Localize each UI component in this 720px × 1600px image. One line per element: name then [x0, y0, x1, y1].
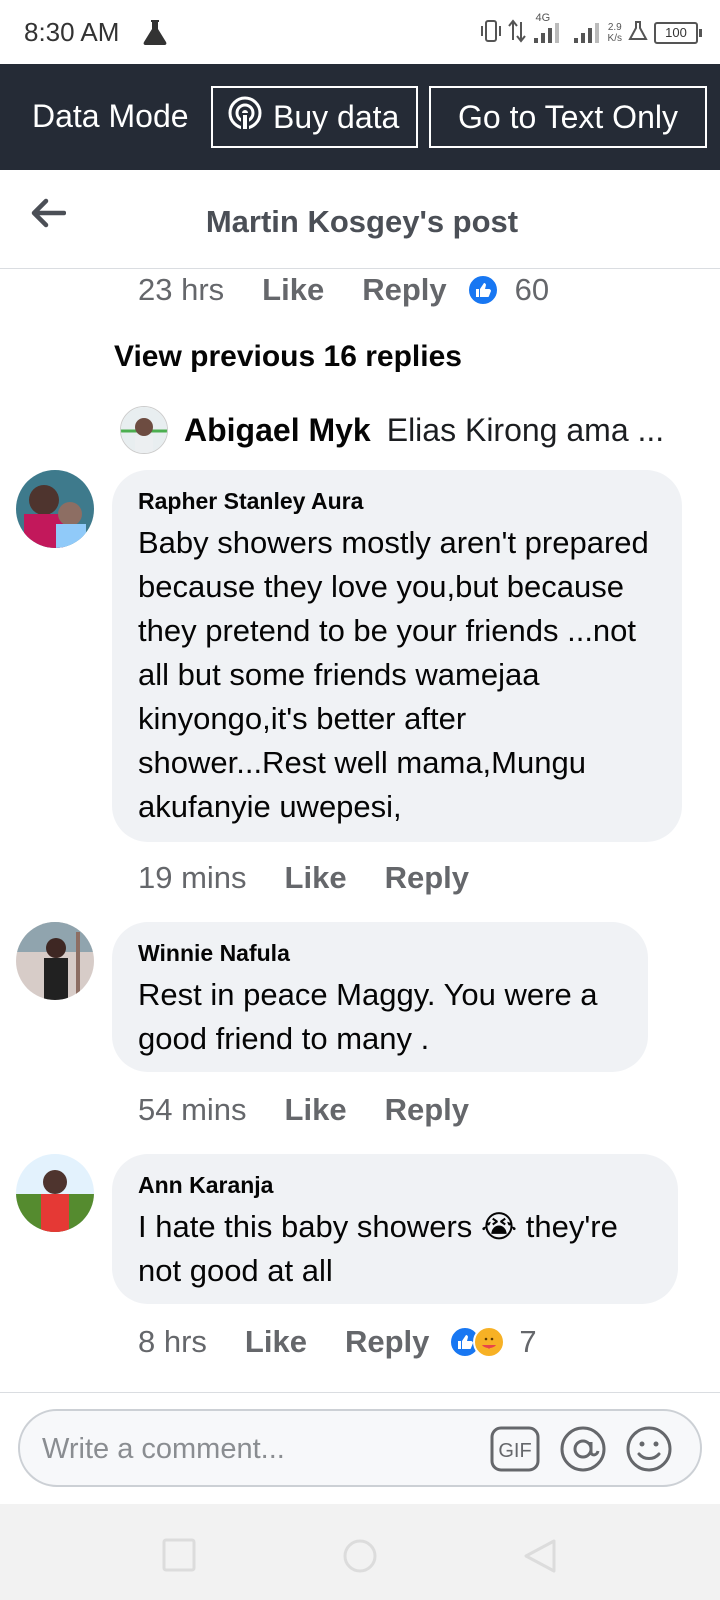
reply-link[interactable]: Reply: [362, 272, 446, 308]
comment-time: 23 hrs: [138, 272, 225, 307]
reply-link[interactable]: Reply: [385, 860, 469, 896]
data-arrows-icon: [507, 18, 526, 49]
network-speed: 2.9 K/s: [607, 22, 622, 44]
reply-link[interactable]: Reply: [345, 1324, 429, 1360]
like-link[interactable]: Like: [262, 272, 324, 308]
avatar[interactable]: [120, 406, 168, 454]
view-previous-replies-link[interactable]: View previous 16 replies: [114, 340, 462, 374]
comment-bubble: Ann Karanja I hate this baby showers 😭 t…: [112, 1154, 678, 1304]
comment-time: 54 mins: [138, 1092, 247, 1127]
comment-text: Baby showers mostly aren't prepared beca…: [138, 525, 649, 824]
data-mode-label: Data Mode: [32, 98, 189, 134]
broadcast-icon: [227, 95, 263, 139]
comment-author[interactable]: Rapher Stanley Aura: [138, 488, 656, 515]
signal-icon: [572, 18, 602, 49]
status-bar: 8:30 AM 4G 2.9 K/s 100: [0, 0, 720, 64]
mention-icon[interactable]: [558, 1425, 608, 1478]
comment-text: Rest in peace Maggy. You were a good fri…: [138, 977, 598, 1056]
comment-bubble: Rapher Stanley Aura Baby showers mostly …: [112, 470, 682, 842]
comment-meta: 19 mins Like Reply: [138, 860, 469, 896]
reaction-count[interactable]: 60: [515, 272, 549, 308]
comment-time: 19 mins: [138, 860, 247, 895]
comment-meta: 23 hrs Like Reply 60: [138, 272, 549, 308]
home-icon[interactable]: [342, 1538, 378, 1579]
comment-input[interactable]: Write a comment... GIF: [18, 1409, 702, 1487]
vibrate-icon: [480, 18, 502, 49]
comment-input-placeholder: Write a comment...: [42, 1433, 285, 1465]
status-icons: 4G 2.9 K/s 100: [480, 12, 702, 50]
reply-snippet: Elias Kirong ama ...: [386, 411, 665, 448]
post-header: Martin Kosgey's post: [0, 170, 720, 269]
recents-icon[interactable]: [162, 1538, 196, 1577]
avatar[interactable]: [16, 470, 94, 548]
comment-bubble: Winnie Nafula Rest in peace Maggy. You w…: [112, 922, 648, 1072]
reply-preview[interactable]: Abigael Myk Elias Kirong ama ...: [120, 406, 664, 454]
signal-4g-icon: 4G: [532, 12, 566, 49]
reply-author[interactable]: Abigael Myk: [184, 412, 371, 449]
comment-text: I hate this baby showers 😭 they're not g…: [138, 1209, 618, 1288]
page-title: Martin Kosgey's post: [205, 204, 519, 239]
avatar[interactable]: [16, 1154, 94, 1232]
like-link[interactable]: Like: [245, 1324, 307, 1360]
emoji-icon[interactable]: [624, 1425, 674, 1478]
reaction-count[interactable]: 7: [519, 1324, 536, 1360]
comment-author[interactable]: Winnie Nafula: [138, 940, 622, 967]
care-reaction-icon[interactable]: [473, 1326, 506, 1358]
comment-time: 8 hrs: [138, 1324, 207, 1359]
like-reaction-icon[interactable]: [466, 274, 499, 306]
lab-icon: [628, 20, 648, 47]
text-only-label: Go to Text Only: [458, 98, 678, 135]
like-link[interactable]: Like: [285, 860, 347, 896]
buy-data-button[interactable]: Buy data: [211, 86, 418, 148]
buy-data-label: Buy data: [273, 98, 400, 135]
text-only-button[interactable]: Go to Text Only: [429, 86, 707, 148]
crying-emoji-icon: 😭: [480, 1209, 518, 1244]
system-nav-bar: [0, 1504, 720, 1600]
status-time: 8:30 AM: [24, 17, 120, 47]
comment-meta: 54 mins Like Reply: [138, 1092, 469, 1128]
comment-composer: Write a comment... GIF: [0, 1392, 720, 1505]
gif-icon[interactable]: GIF: [490, 1425, 540, 1478]
like-link[interactable]: Like: [285, 1092, 347, 1128]
avatar[interactable]: [16, 922, 94, 1000]
comment-author[interactable]: Ann Karanja: [138, 1172, 652, 1199]
back-nav-icon[interactable]: [522, 1538, 558, 1579]
flask-icon: [142, 18, 168, 51]
battery-icon: 100: [654, 22, 702, 44]
reply-link[interactable]: Reply: [385, 1092, 469, 1128]
svg-text:GIF: GIF: [498, 1440, 531, 1462]
data-mode-bar: Data Mode Buy data Go to Text Only: [0, 64, 720, 170]
comment-meta: 8 hrs Like Reply 7: [138, 1324, 537, 1360]
